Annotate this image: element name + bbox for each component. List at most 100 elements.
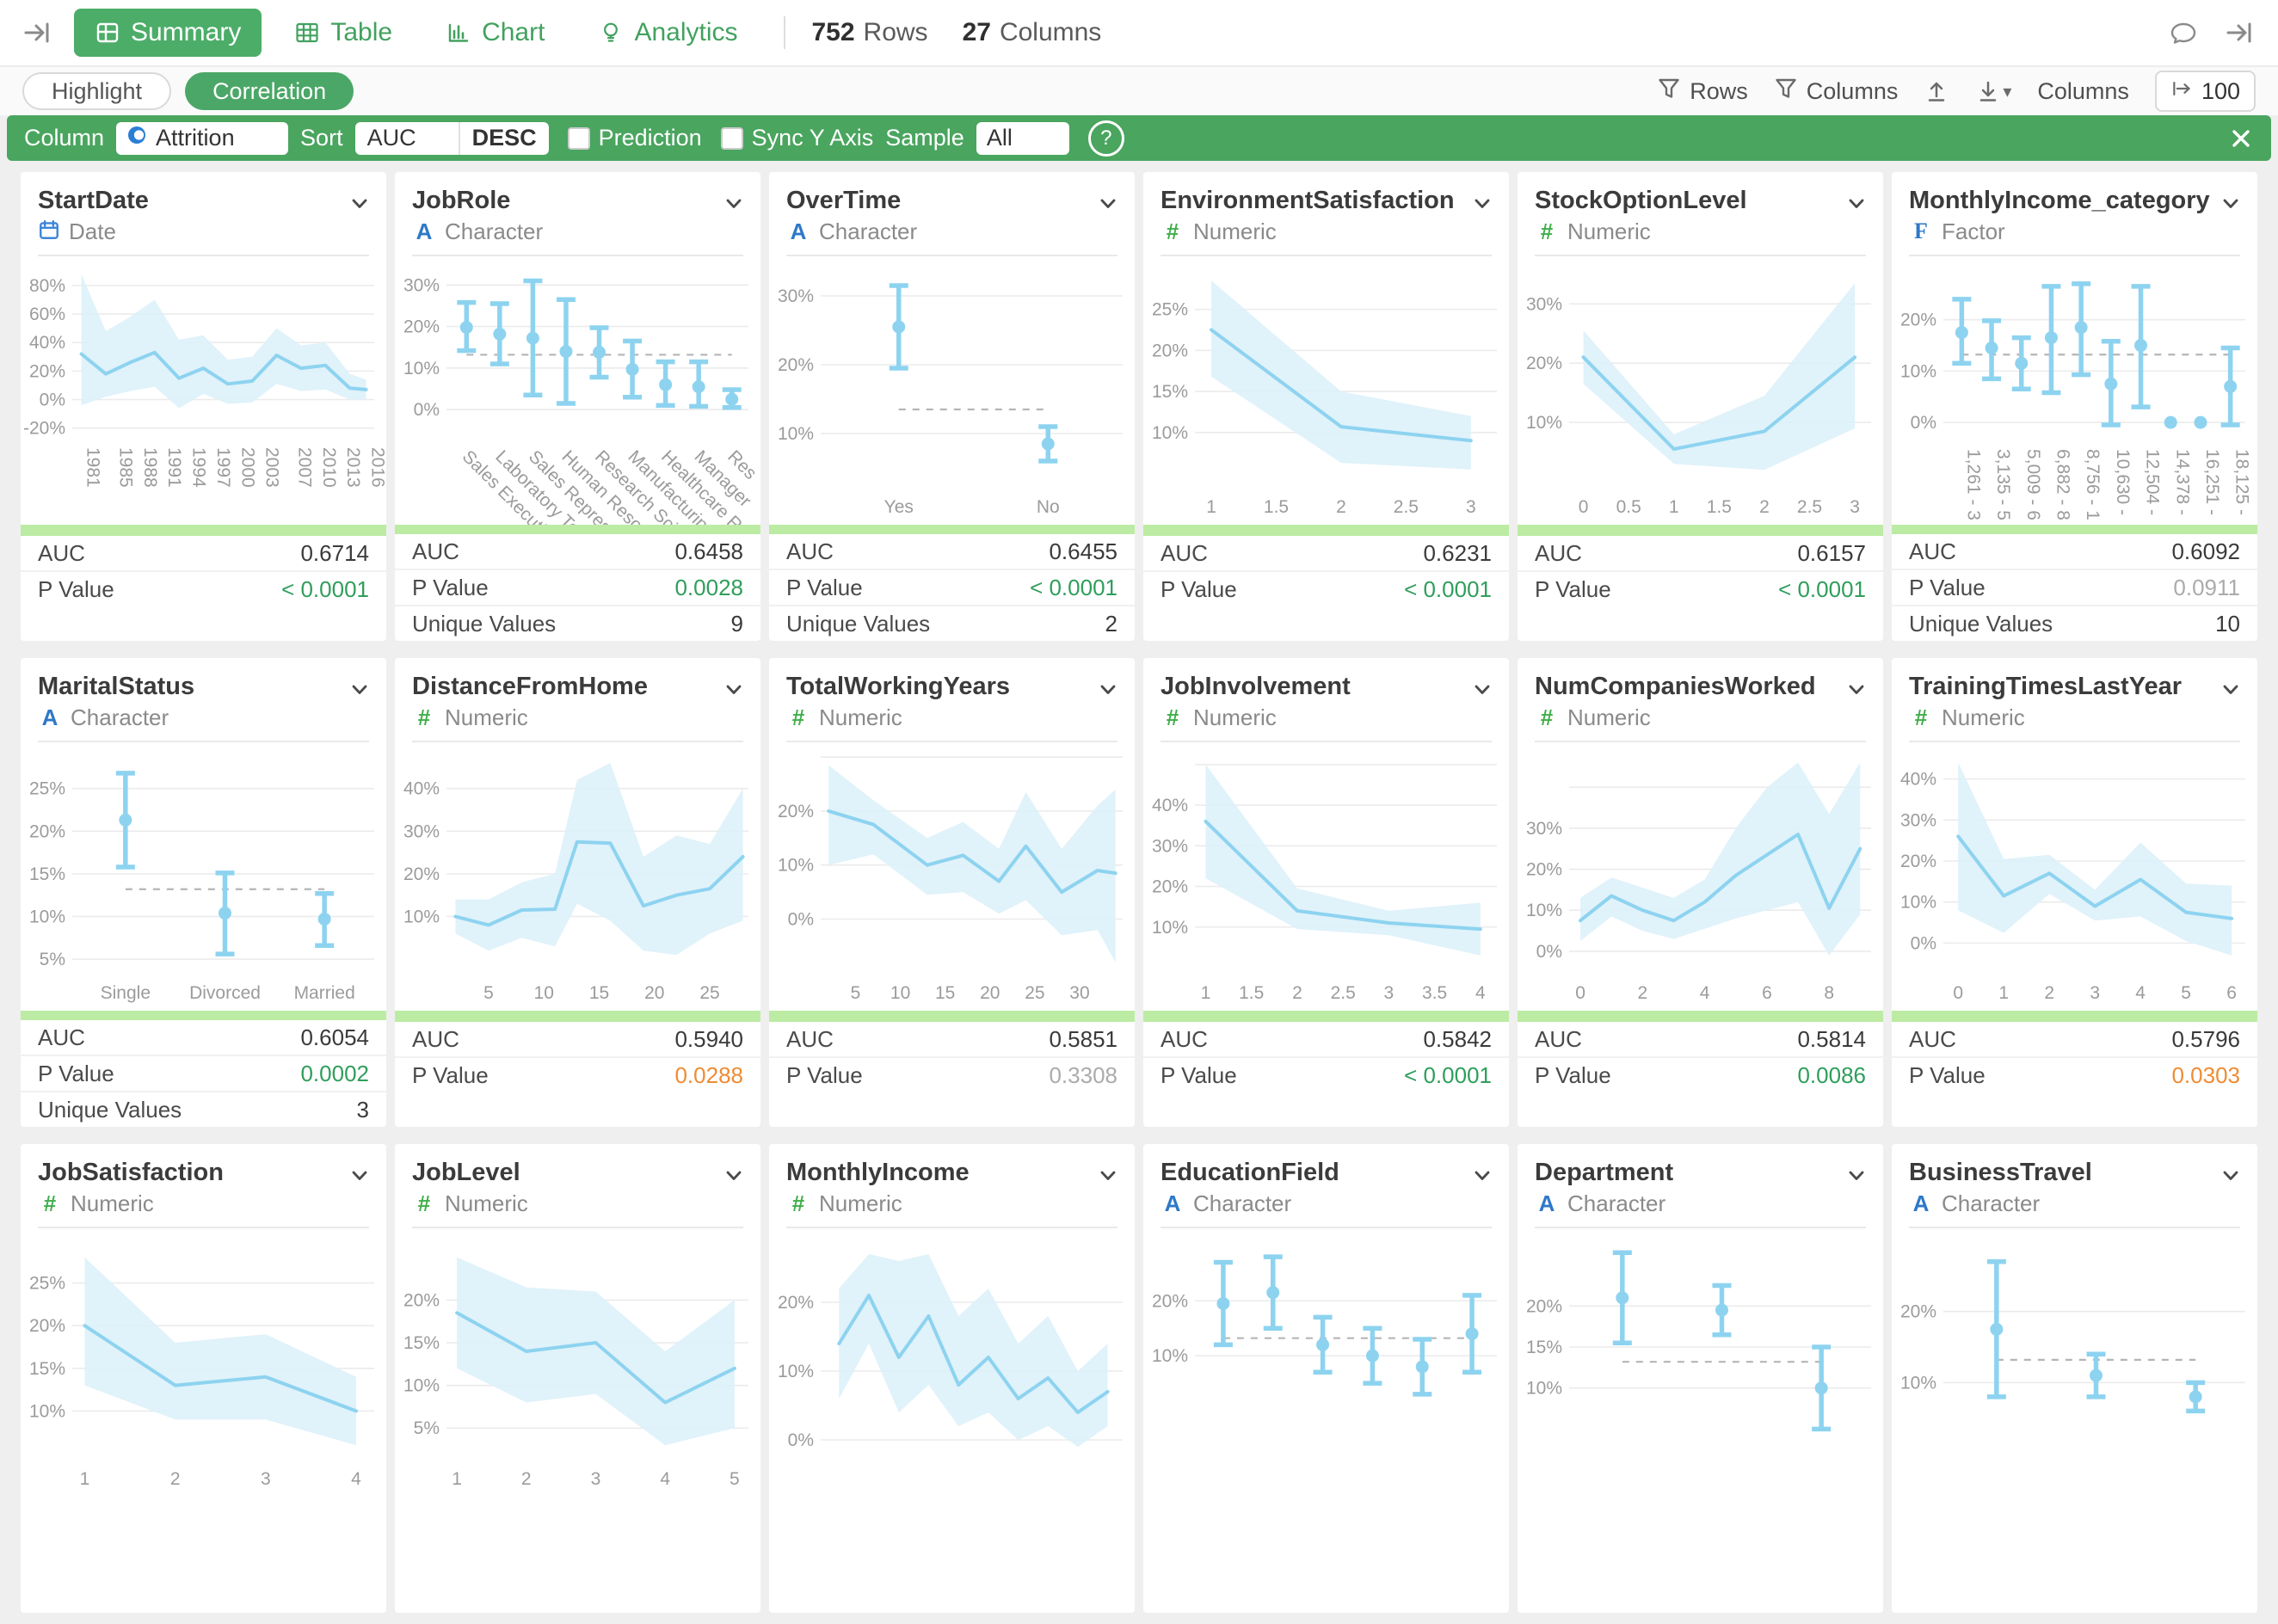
summary-card: MonthlyIncome_categoryFFactor20%10%0%1,2…: [1892, 172, 2257, 641]
column-type-label: Character: [445, 218, 543, 245]
divider: [1535, 1227, 1866, 1228]
stat-value: 10: [2215, 611, 2240, 637]
sample-selector[interactable]: All: [976, 122, 1069, 155]
numeric-type-icon: #: [1909, 704, 1933, 731]
stat-row: AUC0.6458: [395, 534, 760, 570]
sort-by-select[interactable]: AUC: [355, 122, 459, 155]
expand-panel-icon[interactable]: [2225, 17, 2256, 48]
filter-columns-button[interactable]: Columns: [1774, 77, 1899, 107]
chevron-down-icon[interactable]: [1095, 1163, 1121, 1193]
stat-row: P Value0.0028: [395, 570, 760, 606]
chevron-down-icon[interactable]: [1469, 677, 1495, 707]
card-header: EducationFieldACharacter: [1143, 1144, 1509, 1228]
stat-label: AUC: [38, 540, 85, 567]
comment-bubble-icon[interactable]: [2168, 17, 2199, 48]
sync-y-axis-checkbox-group[interactable]: Sync Y Axis: [721, 125, 874, 151]
tab-summary[interactable]: Summary: [74, 9, 262, 57]
svg-text:10%: 10%: [403, 359, 440, 378]
numeric-type-icon: #: [1535, 704, 1559, 731]
highlight-button[interactable]: Highlight: [22, 72, 171, 110]
chevron-down-icon[interactable]: [1844, 1163, 1869, 1193]
chevron-down-icon[interactable]: [347, 677, 372, 707]
close-icon[interactable]: [2228, 126, 2254, 151]
divider: [1535, 255, 1866, 256]
card-header: TotalWorkingYears#Numeric: [769, 658, 1135, 742]
column-type-label: Character: [1193, 1190, 1291, 1217]
sort-direction-select[interactable]: DESC: [460, 122, 549, 155]
numeric-type-icon: #: [1161, 218, 1185, 245]
svg-text:1: 1: [452, 1469, 462, 1489]
collapse-sidebar-icon[interactable]: [22, 17, 53, 48]
svg-text:30%: 30%: [1152, 836, 1188, 856]
character-type-icon: A: [412, 218, 436, 245]
svg-text:10%: 10%: [403, 1376, 440, 1396]
chevron-down-icon[interactable]: [1095, 191, 1121, 221]
svg-text:20: 20: [980, 983, 1000, 1003]
tab-table[interactable]: Table: [274, 9, 413, 57]
stat-value: 0.5940: [674, 1026, 743, 1053]
distribution-chart: 20%15%10%: [1518, 1228, 1883, 1497]
view-tabs: Summary Table Chart Analytics: [74, 9, 758, 57]
row-count: 752 Rows: [811, 18, 927, 47]
chevron-down-icon[interactable]: [721, 1163, 747, 1193]
stat-label: P Value: [1161, 576, 1237, 603]
card-title: TrainingTimesLastYear: [1909, 672, 2240, 701]
stat-row: P Value< 0.0001: [769, 570, 1135, 606]
target-column-selector[interactable]: Attrition: [116, 122, 288, 155]
svg-text:2: 2: [521, 1469, 532, 1489]
svg-text:25%: 25%: [1152, 300, 1188, 320]
chevron-down-icon[interactable]: [721, 677, 747, 707]
chevron-down-icon[interactable]: [1844, 191, 1869, 221]
svg-text:1: 1: [1998, 983, 2009, 1003]
columns-limit-input[interactable]: 100: [2155, 71, 2256, 112]
svg-text:20%: 20%: [778, 355, 814, 375]
distribution-chart: 20%10%: [1892, 1228, 2257, 1497]
svg-text:15%: 15%: [403, 1333, 440, 1353]
prediction-checkbox[interactable]: [568, 127, 590, 150]
svg-text:1988: 1988: [140, 447, 160, 488]
prediction-checkbox-group[interactable]: Prediction: [568, 125, 702, 151]
sort-label: Sort: [300, 125, 343, 151]
filter-rows-button[interactable]: Rows: [1657, 77, 1748, 107]
chevron-down-icon[interactable]: [347, 1163, 372, 1193]
svg-text:2.5: 2.5: [1331, 983, 1356, 1003]
factor-type-icon: F: [1909, 218, 1933, 244]
chevron-down-icon[interactable]: [1469, 1163, 1495, 1193]
app-window: Summary Table Chart Analytics 752 Rows 2…: [0, 0, 2278, 1326]
stat-row: P Value< 0.0001: [1143, 1058, 1509, 1092]
stat-value: < 0.0001: [1404, 1062, 1492, 1089]
help-icon[interactable]: ?: [1088, 120, 1124, 157]
correlation-button[interactable]: Correlation: [185, 72, 354, 110]
tab-analytics[interactable]: Analytics: [577, 9, 758, 57]
sync-y-axis-checkbox[interactable]: [721, 127, 743, 150]
stat-value: 0.0911: [2173, 575, 2240, 601]
upload-icon[interactable]: [1924, 78, 1949, 104]
chevron-down-icon[interactable]: [2218, 191, 2244, 221]
chevron-down-icon[interactable]: [1469, 191, 1495, 221]
column-type: #Numeric: [1535, 704, 1866, 730]
chevron-down-icon[interactable]: [2218, 1163, 2244, 1193]
stat-value: 0.6092: [2171, 538, 2240, 565]
chevron-down-icon[interactable]: [2218, 677, 2244, 707]
chevron-down-icon[interactable]: [1095, 677, 1121, 707]
chevron-down-icon[interactable]: [1844, 677, 1869, 707]
stat-label: AUC: [786, 538, 834, 565]
tab-chart[interactable]: Chart: [425, 9, 565, 57]
stat-label: Unique Values: [38, 1097, 182, 1123]
distribution-chart: 20%10%0%51015202530: [769, 742, 1135, 1011]
card-title: MonthlyIncome: [786, 1158, 1117, 1187]
svg-text:20%: 20%: [1152, 1291, 1188, 1311]
svg-text:2007: 2007: [294, 447, 314, 488]
distribution-chart: 30%20%10%0%02468: [1518, 742, 1883, 1011]
svg-text:30%: 30%: [1526, 819, 1562, 839]
card-title: NumCompaniesWorked: [1535, 672, 1866, 701]
chevron-down-icon[interactable]: [347, 191, 372, 221]
funnel-icon: [1657, 77, 1681, 107]
column-type: #Numeric: [786, 1190, 1117, 1216]
download-icon[interactable]: ▾: [1975, 78, 2011, 104]
stat-label: AUC: [412, 1026, 459, 1053]
stat-value: 3: [357, 1097, 369, 1123]
auc-strength-bar: [1518, 1011, 1883, 1022]
card-header: NumCompaniesWorked #Numeric: [1518, 658, 1883, 742]
chevron-down-icon[interactable]: [721, 191, 747, 221]
